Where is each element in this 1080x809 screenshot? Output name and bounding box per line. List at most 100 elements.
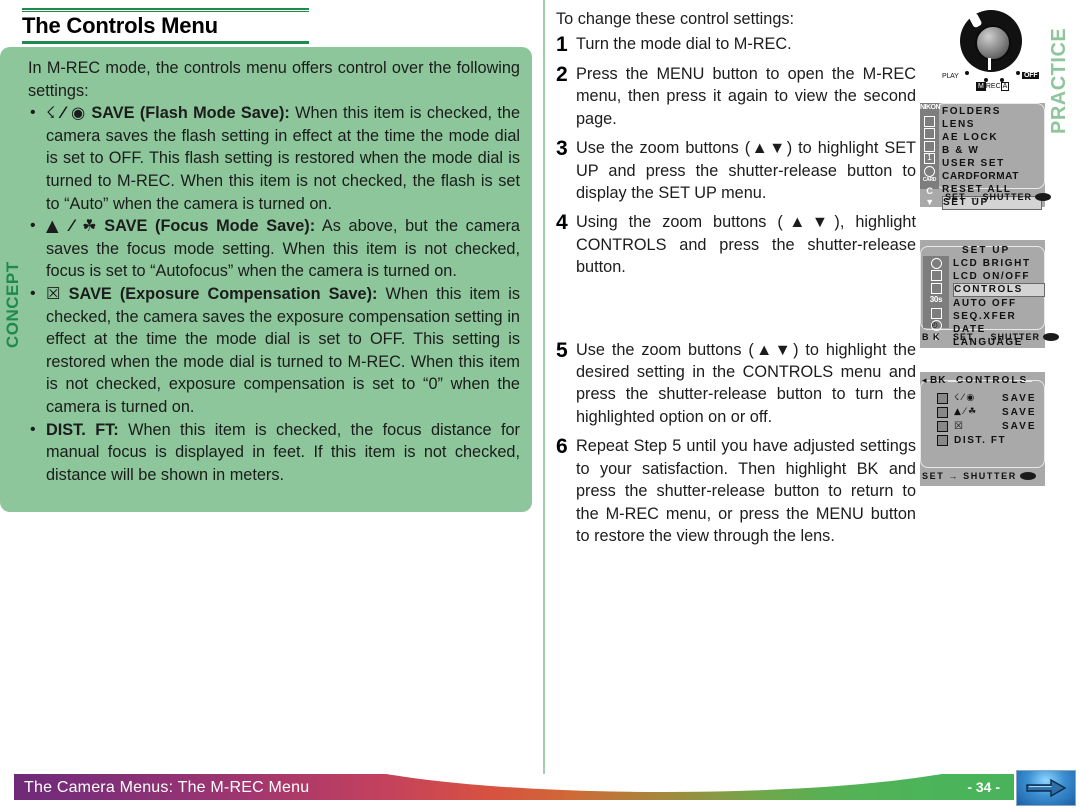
bullet-lead: SAVE (Focus Mode Save): — [104, 217, 316, 236]
step-number: 6 — [556, 435, 568, 459]
step-number: 1 — [556, 33, 568, 56]
menu-item[interactable]: SEQ.XFER — [953, 310, 1045, 323]
dial-label-play: PLAY — [942, 73, 959, 80]
exposure-compensation-icon: ☒ — [46, 283, 61, 303]
lcd-controls-tab-notch-right — [1021, 381, 1033, 382]
checkbox-icon[interactable] — [937, 406, 948, 418]
list-item: ☇ ⁄ ◉ SAVE (Flash Mode Save): When this … — [28, 102, 520, 215]
chevron-down-icon: ▼ — [925, 197, 934, 207]
lcd-controls-tab-notch-left — [947, 381, 959, 382]
page-title: The Controls Menu — [22, 13, 218, 38]
lcd-controls-rows: ☇ ⁄ ◉ SAVE ▲ ⁄ ☘ SAVE ☒ SAVE DIST. FT — [937, 391, 1037, 447]
mode-dial-illustration: PLAY OFF M REC A — [942, 6, 1040, 94]
lcd-setup-back-label[interactable]: B K — [922, 332, 941, 342]
step-number: 5 — [556, 338, 568, 362]
bullet-lead: DIST. FT: — [46, 420, 119, 439]
menu-item[interactable]: FOLDERS — [942, 105, 1042, 118]
concept-column: The Controls Menu CONCEPT In M-REC mode,… — [0, 0, 538, 760]
dial-dot-play — [965, 71, 969, 75]
step-text: Press the MENU button to open the M-REC … — [576, 65, 916, 128]
arrow-right-glyph — [1026, 778, 1067, 798]
menu-item[interactable]: LCD BRIGHT — [953, 257, 1045, 270]
lcd-setup-title: SET UP — [962, 245, 1011, 256]
lcd-controls-title: CONTROLS — [956, 375, 1029, 386]
next-page-arrow-icon[interactable] — [1016, 770, 1076, 806]
rail-box-icon — [930, 282, 942, 294]
menu-item[interactable]: CARDFORMAT — [942, 170, 1042, 183]
step-5: 5 Use the zoom buttons (▲▼) to highlight… — [556, 339, 916, 429]
lcd-setup-footer: SET → SHUTTER — [953, 332, 1060, 342]
lcd-mrec-footer: SET → SHUTTER — [945, 192, 1052, 202]
dial-label-off: OFF — [1022, 72, 1040, 79]
page-footer: The Camera Menus: The M-REC Menu - 34 - — [0, 760, 1080, 809]
step-number: 2 — [556, 63, 568, 86]
concept-tab-label: CONCEPT — [3, 261, 22, 349]
dial-label-m: M — [976, 82, 986, 91]
menu-item[interactable]: AUTO OFF — [953, 297, 1045, 310]
controls-row[interactable]: ☒ SAVE — [937, 419, 1037, 433]
checkbox-icon[interactable] — [937, 392, 948, 404]
rail-box-icon — [930, 270, 942, 281]
menu-item[interactable]: B & W — [942, 144, 1042, 157]
menu-item[interactable]: LCD ON/OFF — [953, 270, 1045, 283]
menu-item[interactable]: AE LOCK — [942, 131, 1042, 144]
column-divider — [543, 0, 545, 760]
lcd-controls-footer-text: SET → SHUTTER — [922, 471, 1017, 481]
title-rule-top — [22, 8, 309, 10]
mode-dial-pointer — [988, 58, 991, 70]
concept-intro: In M-REC mode, the controls menu offers … — [28, 59, 520, 100]
menu-item[interactable]: LENS — [942, 118, 1042, 131]
step-number: 3 — [556, 137, 568, 161]
list-item: ▲ ⁄ ☘ SAVE (Focus Mode Save): As above, … — [28, 215, 520, 283]
step-text: Use the zoom buttons (▲▼) to highlight t… — [576, 340, 916, 426]
lcd-controls-menu: ◂ BK CONTROLS ☇ ⁄ ◉ SAVE ▲ ⁄ ☘ SAVE ☒ SA… — [920, 372, 1045, 486]
bullet-lead: SAVE (Flash Mode Save): — [91, 104, 290, 123]
mountain-macro-icon: ▲ ⁄ ☘ — [46, 216, 97, 236]
mountain-macro-icon: ▲ ⁄ ☘ — [954, 407, 977, 417]
step-text: Turn the mode dial to M-REC. — [576, 35, 792, 53]
lcd-setup-footer-text: SET → SHUTTER — [953, 332, 1041, 342]
controls-row-label: DIST. FT — [954, 434, 1007, 446]
rail-box-icon — [924, 128, 935, 139]
shutter-button-icon — [1035, 193, 1052, 201]
dial-label-rec: REC — [985, 83, 1001, 90]
rail-box-icon — [924, 140, 935, 152]
back-arrow-icon[interactable]: ◂ — [922, 375, 927, 386]
footer-breadcrumb: The Camera Menus: The M-REC Menu — [24, 779, 310, 796]
manual-page: The Controls Menu CONCEPT In M-REC mode,… — [0, 0, 1080, 809]
controls-row[interactable]: ▲ ⁄ ☘ SAVE — [937, 405, 1037, 419]
footer-divider-tick — [543, 760, 545, 774]
clock-icon: ◴ — [930, 320, 942, 331]
step-number: 4 — [556, 211, 568, 235]
controls-row[interactable]: DIST. FT — [937, 433, 1037, 447]
lcd-controls-back-label[interactable]: BK — [930, 375, 946, 386]
menu-item[interactable]: USER SET — [942, 157, 1042, 170]
step-text: Use the zoom buttons (▲▼) to highlight S… — [576, 139, 916, 203]
step-3: 3 Use the zoom buttons (▲▼) to highlight… — [556, 137, 916, 204]
controls-row-label: SAVE — [1002, 420, 1037, 432]
lcd-mrec-menu: NIKON 1 CARD C ▼ FOLDERS LENS AE LOCK B … — [920, 103, 1052, 210]
step-text: Using the zoom buttons (▲▼), highlight C… — [576, 213, 916, 277]
dial-label-mrec-group: M REC A — [976, 82, 1010, 91]
step-text: Repeat Step 5 until you have adjusted se… — [576, 437, 916, 545]
dial-dot-off — [1016, 71, 1020, 75]
dial-label-a: A — [1000, 82, 1010, 91]
list-item: ☒ SAVE (Exposure Compensation Save): Whe… — [28, 283, 520, 419]
page-title-block: The Controls Menu — [22, 8, 309, 45]
list-item: DIST. FT: When this item is checked, the… — [28, 419, 520, 487]
practice-column: To change these control settings: 1 Turn… — [556, 8, 916, 554]
controls-row[interactable]: ☇ ⁄ ◉ SAVE — [937, 391, 1037, 405]
checkbox-icon[interactable] — [937, 434, 948, 446]
menu-item-selected[interactable]: CONTROLS — [953, 283, 1045, 297]
concept-panel: CONCEPT In M-REC mode, the controls menu… — [0, 47, 532, 512]
lcd-setup-tab-notch — [947, 246, 961, 247]
lcd-setup-menu: SET UP 30s ◴ E LCD BRIGHT LCD ON/OFF CON… — [920, 240, 1060, 348]
rail-brand-label: NIKON — [920, 104, 941, 111]
mode-dial-knob — [975, 25, 1011, 61]
rail-auto-off-value: 30s — [929, 295, 943, 304]
footer-curve-shape — [314, 774, 1014, 792]
flash-eye-icon: ☇ ⁄ ◉ — [954, 393, 975, 403]
checkbox-icon[interactable] — [937, 420, 948, 432]
step-2: 2 Press the MENU button to open the M-RE… — [556, 63, 916, 130]
rail-box-icon — [930, 307, 942, 319]
